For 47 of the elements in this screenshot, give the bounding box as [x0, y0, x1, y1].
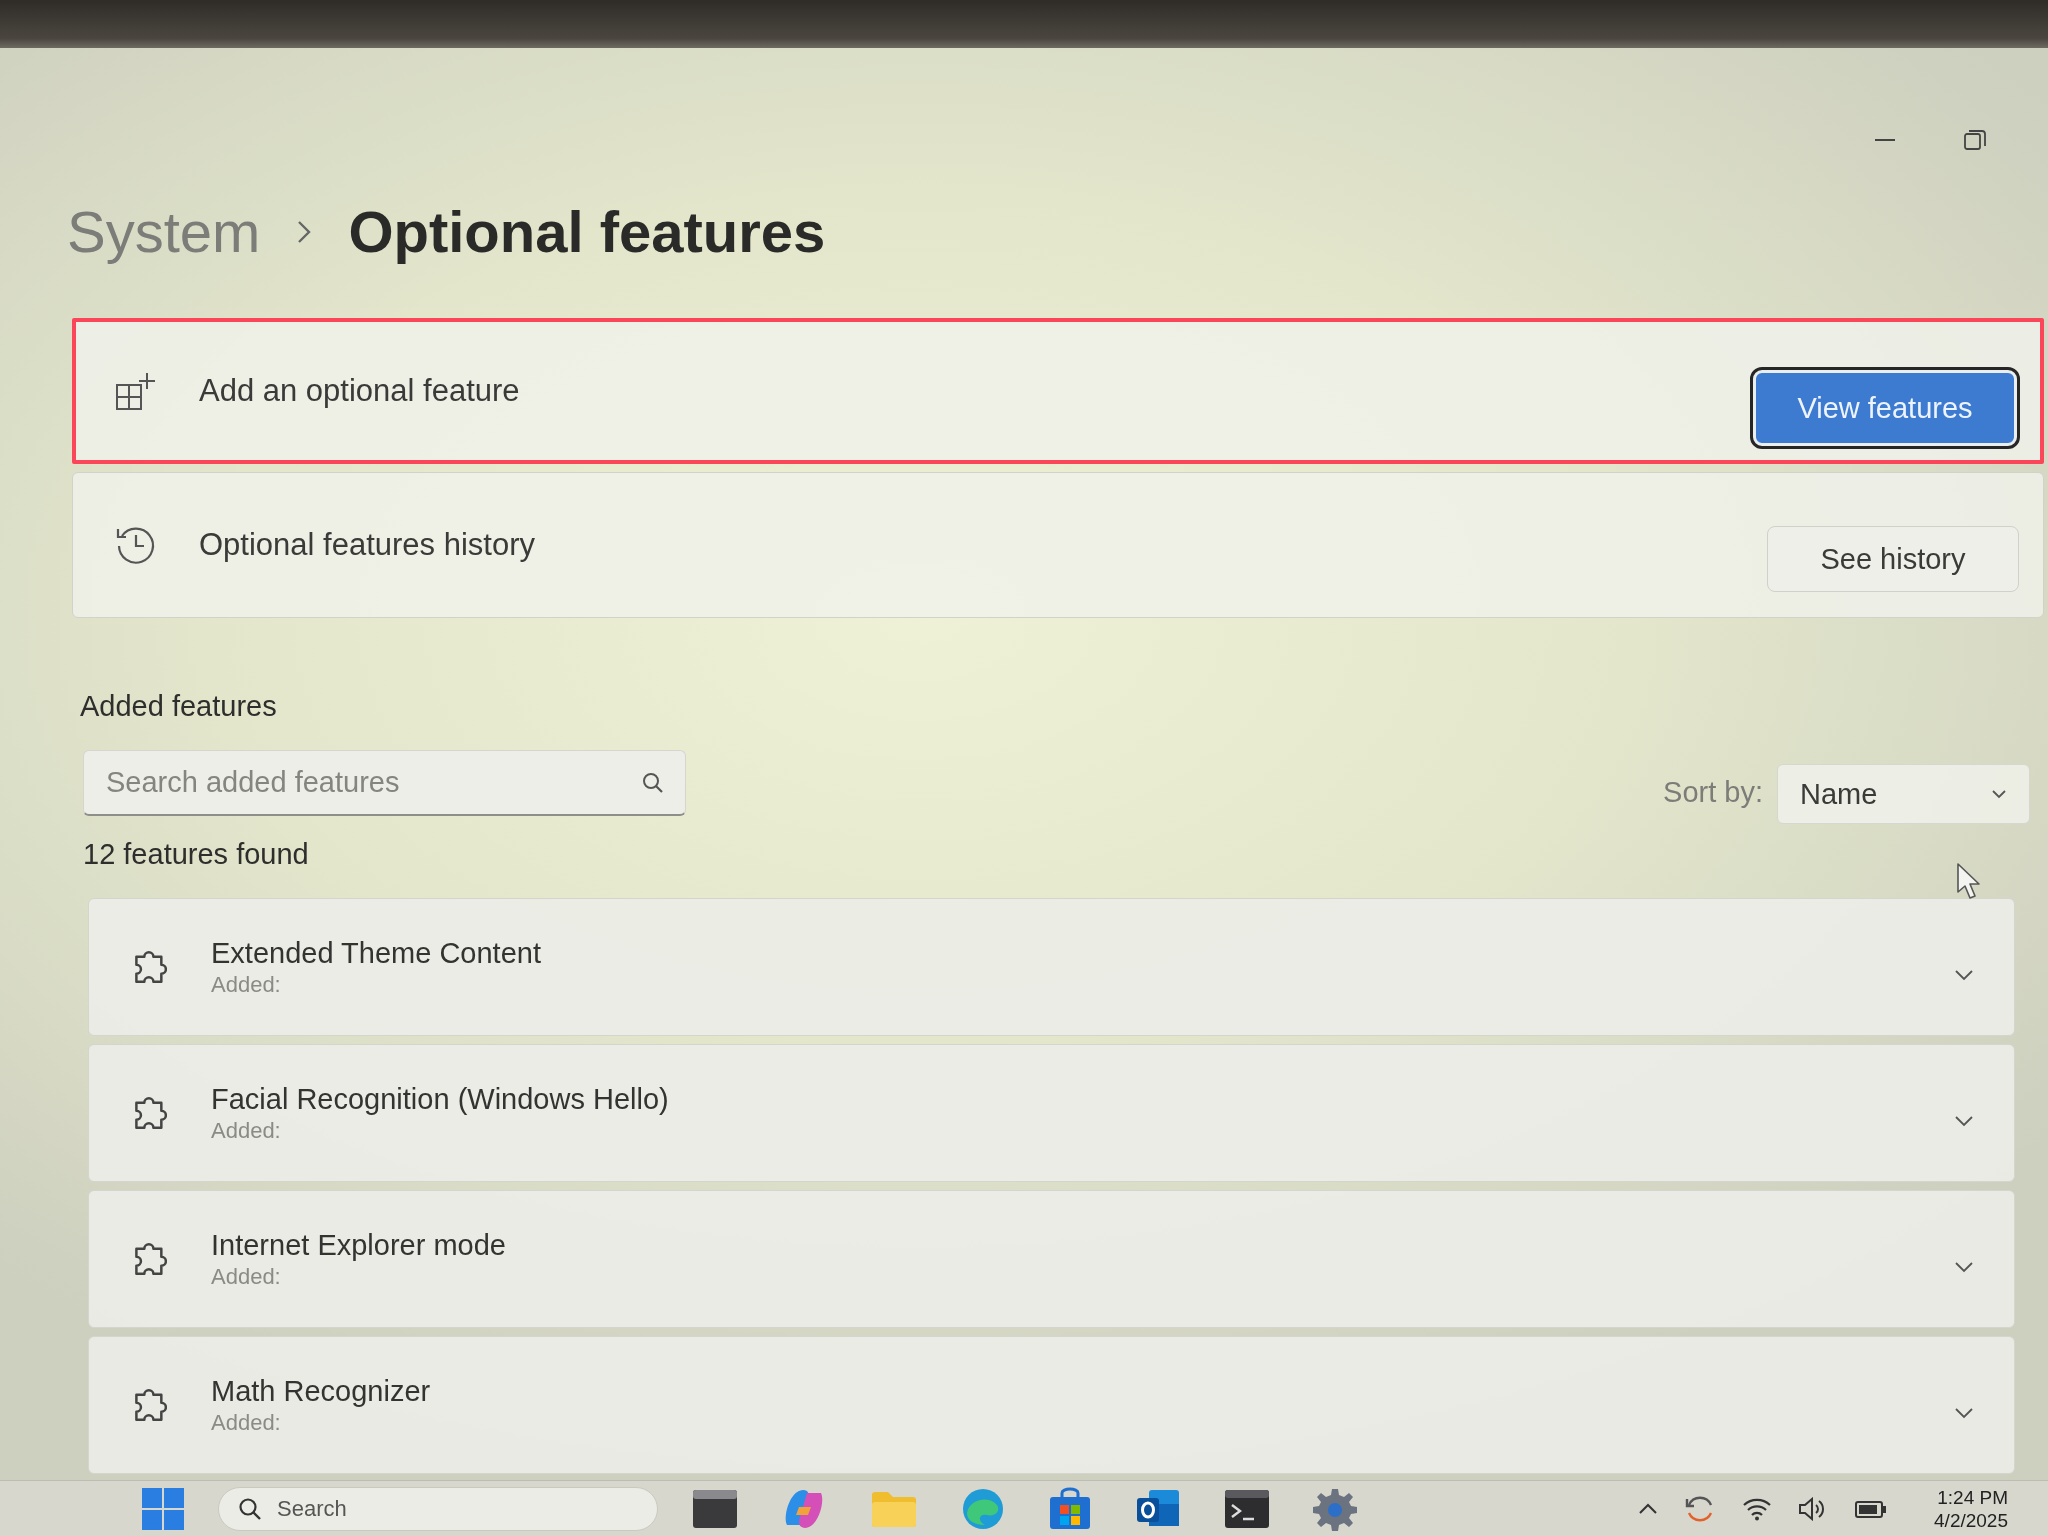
mouse-pointer-icon — [1956, 862, 1980, 900]
feature-row[interactable]: Math Recognizer Added: — [88, 1336, 2015, 1474]
terminal-icon[interactable] — [1224, 1488, 1270, 1529]
chevron-down-icon — [1991, 789, 2007, 799]
feature-row[interactable]: Extended Theme Content Added: — [88, 898, 2015, 1036]
wifi-icon[interactable] — [1742, 1496, 1773, 1521]
tiles-icon[interactable] — [140, 1485, 186, 1532]
search-icon — [238, 1496, 262, 1521]
search-field[interactable]: Search added features — [83, 750, 686, 816]
feature-status: Added: — [211, 1409, 281, 1436]
grid-plus-icon — [115, 371, 157, 411]
taskbar-search-field[interactable]: Search — [218, 1486, 658, 1531]
clock-date[interactable]: 4/2/2025 — [1934, 1508, 2008, 1532]
feature-status: Added: — [211, 1263, 281, 1290]
chevron-down-icon[interactable] — [1954, 1115, 1974, 1127]
sort-dropdown[interactable]: Name — [1777, 764, 2030, 824]
feature-name: Extended Theme Content — [211, 936, 541, 970]
feature-status: Added: — [211, 1117, 281, 1144]
window-icon[interactable] — [692, 1488, 738, 1529]
puzzle-piece-icon — [133, 950, 167, 984]
chevron-right-icon — [296, 219, 313, 245]
card-label: Optional features history — [199, 527, 535, 563]
sort-label: Sort by: — [1663, 775, 1763, 809]
page-title: Optional features — [348, 198, 826, 266]
section-heading: Added features — [80, 689, 277, 724]
gear-icon[interactable] — [1313, 1486, 1357, 1531]
chevron-down-icon[interactable] — [1954, 1407, 1974, 1419]
see-history-button[interactable]: See history — [1767, 526, 2019, 592]
chevron-up-icon[interactable] — [1638, 1502, 1659, 1515]
puzzle-piece-icon — [133, 1242, 167, 1276]
shopping-bag-icon[interactable] — [1048, 1486, 1092, 1531]
puzzle-piece-icon — [133, 1096, 167, 1130]
restore-icon — [1964, 129, 1986, 151]
feature-name: Internet Explorer mode — [211, 1228, 506, 1262]
feature-name: Math Recognizer — [211, 1374, 431, 1408]
feature-name: Facial Recognition (Windows Hello) — [211, 1082, 669, 1116]
feature-status: Added: — [211, 971, 281, 998]
feature-row[interactable]: Internet Explorer mode Added: — [88, 1190, 2015, 1328]
clock-time[interactable]: 1:24 PM — [1937, 1485, 2008, 1509]
search-icon — [642, 772, 664, 794]
chevron-down-icon[interactable] — [1954, 1261, 1974, 1273]
puzzle-piece-icon — [133, 1388, 167, 1422]
minimize-icon — [1874, 138, 1896, 142]
card-label: Add an optional feature — [199, 373, 520, 409]
feature-row[interactable]: Facial Recognition (Windows Hello) Added: — [88, 1044, 2015, 1182]
chevron-down-icon[interactable] — [1954, 969, 1974, 981]
result-count: 12 features found — [83, 837, 309, 872]
